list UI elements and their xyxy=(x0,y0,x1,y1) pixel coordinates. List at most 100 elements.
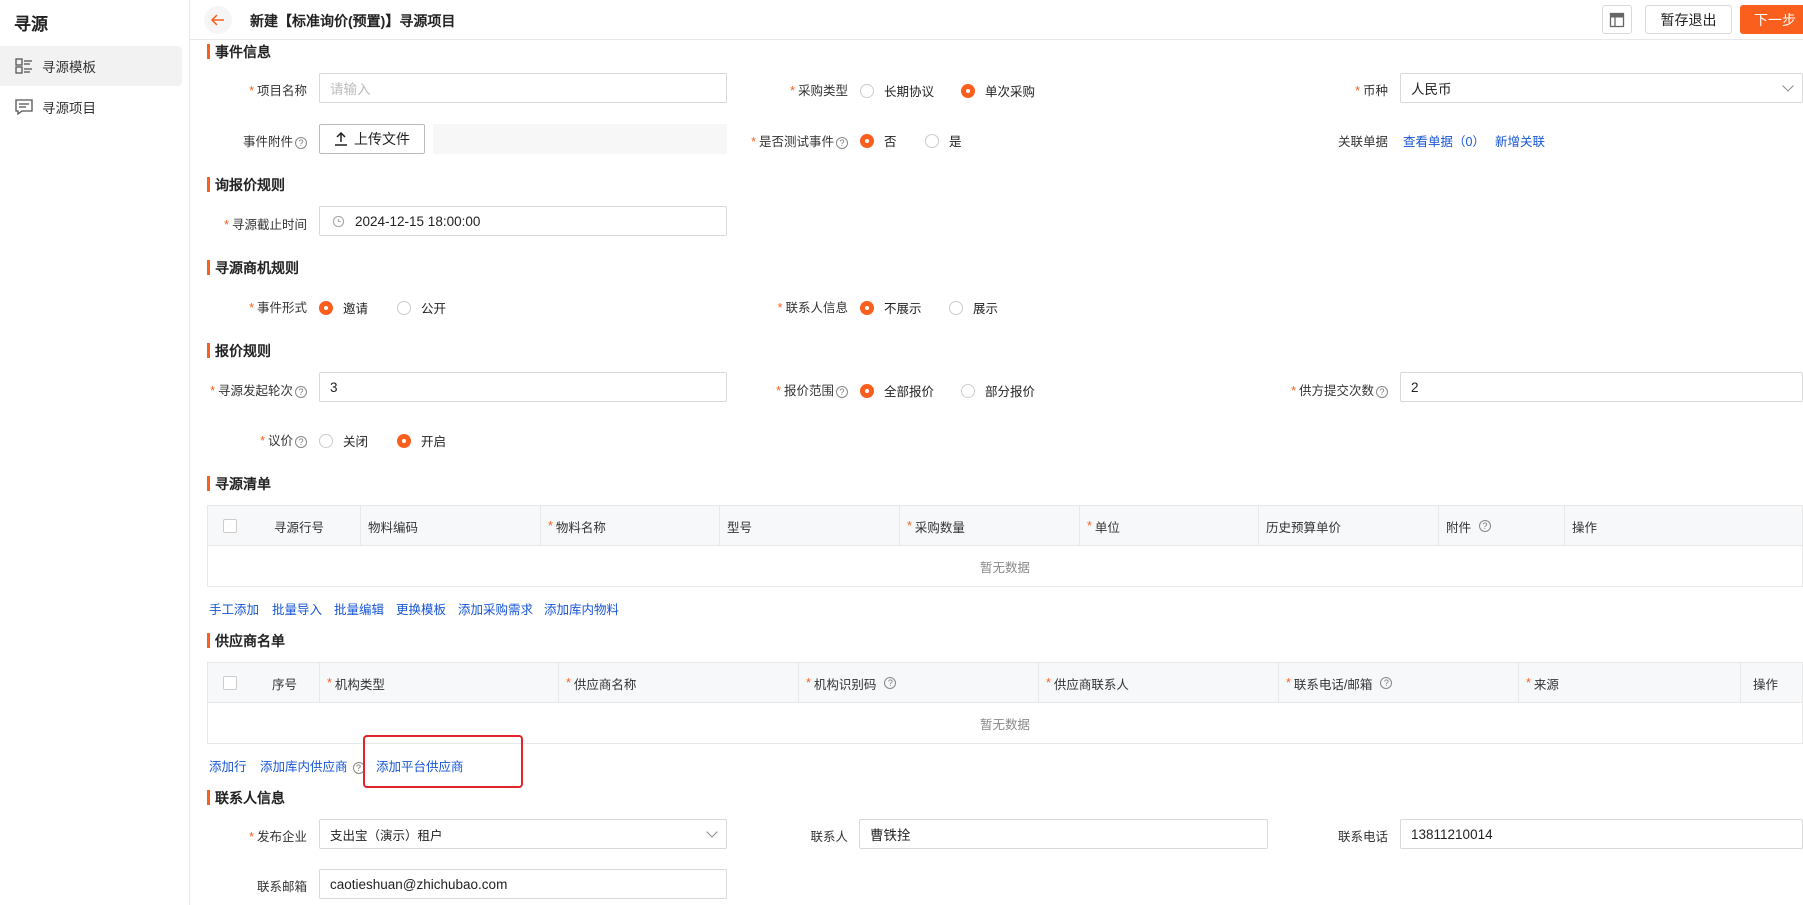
help-icon: ? xyxy=(836,137,848,149)
section-title-supplier-list: 供应商名单 xyxy=(207,631,285,651)
quote-scope-label: * 报价范围? xyxy=(760,380,848,399)
help-icon: ? xyxy=(836,386,848,398)
page-header: 新建【标准询价(预置)】寻源项目 暂存退出 下一步 xyxy=(190,0,1803,40)
table-header: 序号 * 机构类型 * 供应商名称 * 机构识别码? * 供应商联系人 * 联系电话/邮箱… xyxy=(208,663,1802,703)
radio-circle xyxy=(860,133,874,148)
project-name-label: * 项目名称 xyxy=(249,84,307,98)
column-header: * 采购数量 xyxy=(899,506,1080,546)
help-icon: ? xyxy=(295,436,307,448)
phone-input[interactable]: 13811210014 xyxy=(1400,819,1803,849)
submit-times-input[interactable]: 2 xyxy=(1400,372,1803,402)
column-header: * 机构类型 xyxy=(319,663,559,703)
company-select[interactable]: 支出宝（演示）租户 xyxy=(319,819,727,849)
sidebar-item-projects[interactable]: 寻源项目 xyxy=(0,87,182,127)
rounds-input[interactable]: 3 xyxy=(319,372,727,402)
batch-edit-link[interactable]: 批量编辑 xyxy=(334,599,384,618)
radio-circle xyxy=(319,433,333,448)
page-title: 新建【标准询价(预置)】寻源项目 xyxy=(250,13,456,29)
negotiate-label: * 议价? xyxy=(230,430,307,449)
template-list-icon xyxy=(15,58,32,74)
radio-circle xyxy=(860,300,874,315)
contact-info-show-radio[interactable]: 展示 xyxy=(949,298,998,317)
currency-select[interactable]: 人民币 xyxy=(1400,73,1803,103)
sidebar-item-label: 寻源模板 xyxy=(42,60,96,75)
section-title-quote-rules: 询报价规则 xyxy=(207,175,285,195)
radio-circle xyxy=(949,300,963,315)
radio-circle xyxy=(925,133,939,148)
change-template-link[interactable]: 更换模板 xyxy=(396,599,446,618)
test-event-label: * 是否测试事件? xyxy=(730,131,848,150)
event-form-label: * 事件形式 xyxy=(249,301,307,315)
highlight-box xyxy=(363,735,523,788)
purchase-type-single-radio[interactable]: 单次采购 xyxy=(961,81,1035,100)
section-title-sourcing-list: 寻源清单 xyxy=(207,474,271,494)
help-icon: ? xyxy=(1376,386,1388,398)
contact-label: 联系人 xyxy=(810,830,848,844)
negotiate-off-radio[interactable]: 关闭 xyxy=(319,431,368,450)
radio-circle xyxy=(961,83,975,98)
back-button[interactable] xyxy=(204,6,232,34)
column-header: * 物料名称 xyxy=(540,506,720,546)
radio-circle xyxy=(397,300,411,315)
arrow-left-icon xyxy=(210,14,224,26)
checkbox[interactable] xyxy=(223,519,237,533)
supplier-list-table: 序号 * 机构类型 * 供应商名称 * 机构识别码? * 供应商联系人 * 联系电话/邮箱… xyxy=(207,662,1803,744)
message-list-icon xyxy=(15,99,33,116)
layout-icon xyxy=(1609,12,1625,27)
deadline-datetime-input[interactable]: 2024-12-15 18:00:00 xyxy=(319,206,727,236)
event-form-invite-radio[interactable]: 邀请 xyxy=(319,298,368,317)
add-relation-link[interactable]: 新增关联 xyxy=(1495,131,1545,150)
layout-toggle-button[interactable] xyxy=(1602,5,1632,34)
sidebar-item-label: 寻源项目 xyxy=(42,101,96,116)
select-all-checkbox-cell[interactable] xyxy=(208,663,252,703)
sidebar-item-templates[interactable]: 寻源模板 xyxy=(0,46,182,86)
radio-circle xyxy=(961,383,975,398)
add-row-link[interactable]: 添加行 xyxy=(209,756,247,775)
empty-state: 暂无数据 xyxy=(979,560,1030,575)
negotiate-on-radio[interactable]: 开启 xyxy=(397,431,446,450)
test-event-yes-radio[interactable]: 是 xyxy=(925,131,962,150)
clock-icon xyxy=(332,215,345,227)
project-name-input[interactable]: 请输入 xyxy=(319,73,727,103)
column-header: * 机构识别码? xyxy=(798,663,1039,703)
purchase-type-long-term-radio[interactable]: 长期协议 xyxy=(860,81,934,100)
attachment-label: 事件附件? xyxy=(230,131,307,150)
column-header: 历史预算单价 xyxy=(1258,506,1439,546)
manual-add-link[interactable]: 手工添加 xyxy=(209,599,259,618)
scope-partial-radio[interactable]: 部分报价 xyxy=(961,381,1035,400)
save-exit-button[interactable]: 暂存退出 xyxy=(1645,5,1732,34)
batch-import-link[interactable]: 批量导入 xyxy=(272,599,322,618)
rounds-label: * 寻源发起轮次? xyxy=(205,380,307,399)
currency-label: * 币种 xyxy=(1355,84,1388,98)
next-step-button[interactable]: 下一步 xyxy=(1740,5,1803,34)
checkbox[interactable] xyxy=(223,676,237,690)
sidebar: 寻源 寻源模板 寻源项目 xyxy=(0,0,190,905)
chevron-down-icon xyxy=(1782,80,1794,92)
contact-input[interactable]: 曹铁拴 xyxy=(859,819,1268,849)
view-docs-link[interactable]: 查看单据（0） xyxy=(1403,131,1485,150)
phone-label: 联系电话 xyxy=(1337,830,1388,844)
event-form-public-radio[interactable]: 公开 xyxy=(397,298,446,317)
column-header: * 单位 xyxy=(1079,506,1259,546)
section-title-event-info: 事件信息 xyxy=(207,42,271,62)
upload-icon xyxy=(335,132,347,146)
column-header: 操作 xyxy=(1740,663,1802,703)
select-all-checkbox-cell[interactable] xyxy=(208,506,252,546)
section-title-price-rules: 报价规则 xyxy=(207,341,271,361)
radio-circle xyxy=(860,83,874,98)
scope-all-radio[interactable]: 全部报价 xyxy=(860,381,934,400)
help-icon: ? xyxy=(1479,520,1492,532)
column-header: 寻源行号 xyxy=(274,520,325,535)
column-header: * 供应商名称 xyxy=(558,663,799,703)
add-stock-material-link[interactable]: 添加库内物料 xyxy=(544,599,619,618)
column-header: 操作 xyxy=(1564,506,1802,546)
attachment-drop-area[interactable] xyxy=(433,124,727,154)
contact-info-hide-radio[interactable]: 不展示 xyxy=(860,298,922,317)
column-header: * 联系电话/邮箱? xyxy=(1278,663,1519,703)
add-stock-supplier-link[interactable]: 添加库内供应商? xyxy=(260,756,365,775)
upload-file-button[interactable]: 上传文件 xyxy=(319,124,425,154)
test-event-no-radio[interactable]: 否 xyxy=(860,131,897,150)
email-input[interactable]: caotieshuan@zhichubao.com xyxy=(319,869,727,899)
add-purchase-demand-link[interactable]: 添加采购需求 xyxy=(458,599,533,618)
contact-info-label: * 联系人信息 xyxy=(777,301,848,315)
